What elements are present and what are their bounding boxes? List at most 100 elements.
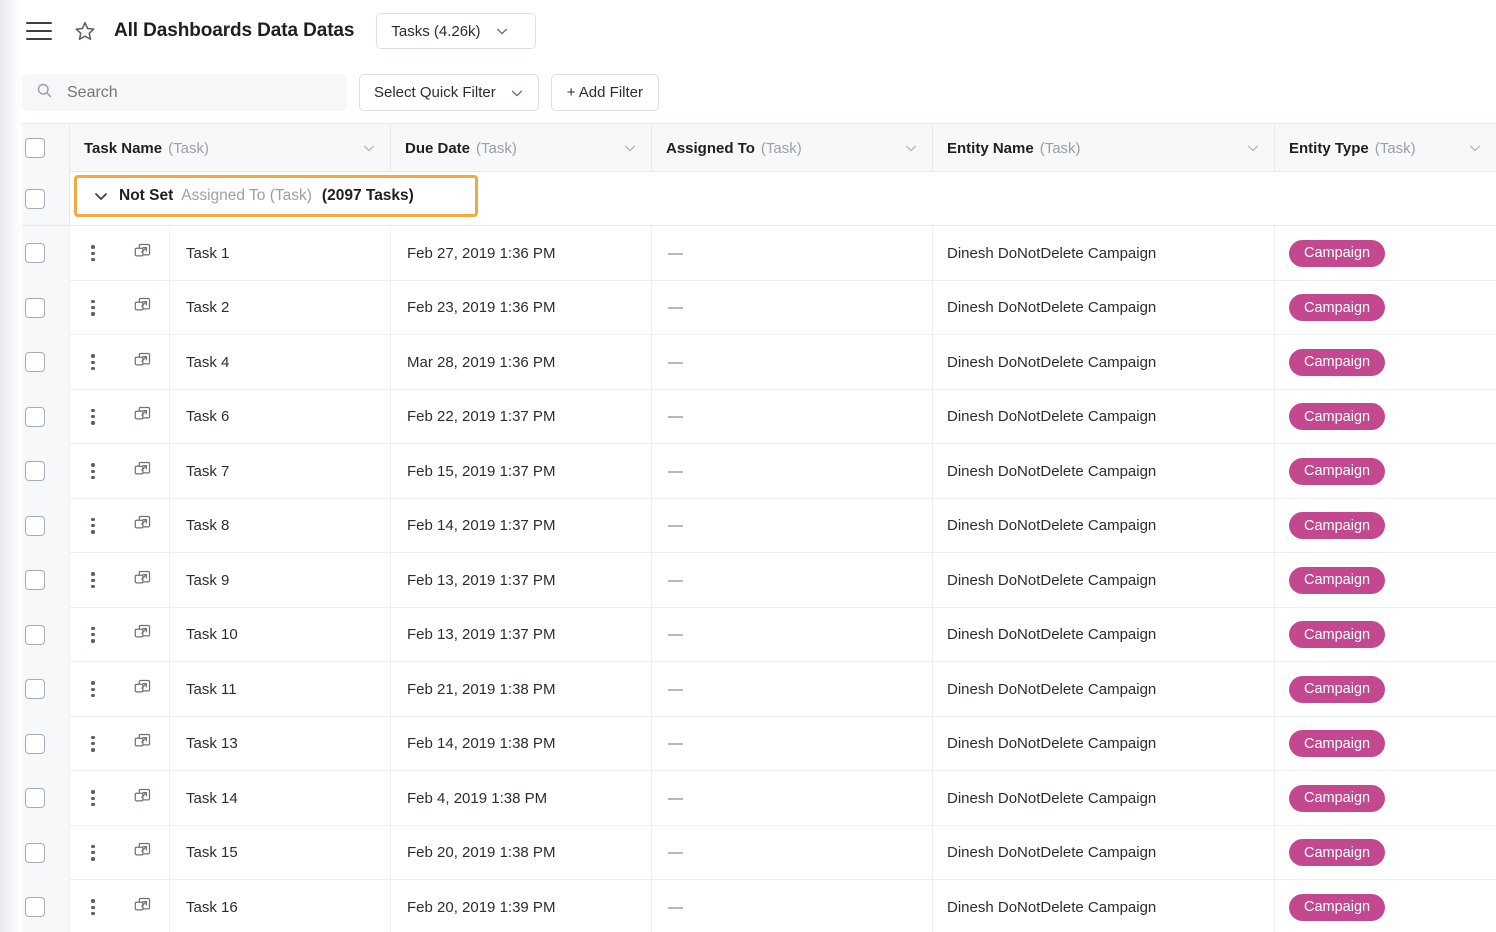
row-select-checkbox[interactable] — [24, 352, 45, 373]
row-kebab-menu-button[interactable] — [70, 499, 116, 554]
row-open-button[interactable] — [116, 662, 170, 717]
column-header-assigned-to[interactable]: Assigned To (Task) — [652, 124, 933, 172]
cell-due-date: Feb 22, 2019 1:37 PM — [391, 389, 652, 444]
row-kebab-menu-button[interactable] — [70, 826, 116, 881]
row-kebab-menu-button[interactable] — [70, 226, 116, 281]
row-kebab-menu-button[interactable] — [70, 335, 116, 390]
cell-entity-name: Dinesh DoNotDelete Campaign — [933, 771, 1275, 826]
row-select-checkbox[interactable] — [24, 570, 45, 591]
row-select-checkbox[interactable] — [24, 842, 45, 863]
table-row[interactable]: Task 4 Mar 28, 2019 1:36 PM — Dinesh DoNotD… — [0, 335, 1496, 390]
open-in-new-window-icon — [133, 569, 152, 592]
hamburger-menu-icon[interactable] — [26, 22, 52, 40]
column-sublabel: (Task) — [168, 139, 209, 157]
grid-rows: Task 1 Feb 27, 2019 1:36 PM — Dinesh DoNotD… — [0, 226, 1496, 932]
row-open-button[interactable] — [116, 716, 170, 771]
row-select-checkbox[interactable] — [24, 243, 45, 264]
select-all-cell — [0, 124, 70, 172]
cell-due-date: Feb 20, 2019 1:38 PM — [391, 825, 652, 880]
row-select-checkbox[interactable] — [24, 515, 45, 536]
row-select-checkbox[interactable] — [24, 624, 45, 645]
cell-task-name: Task 1 — [170, 226, 391, 281]
row-kebab-menu-button[interactable] — [70, 390, 116, 445]
table-row[interactable]: Task 15 Feb 20, 2019 1:38 PM — Dinesh DoNot… — [0, 825, 1496, 881]
row-kebab-menu-button[interactable] — [70, 553, 116, 608]
group-toggle[interactable]: Not Set Assigned To (Task) (2097 Tasks) — [74, 175, 478, 217]
chevron-down-icon[interactable] — [904, 141, 918, 155]
column-header-due-date[interactable]: Due Date (Task) — [391, 124, 652, 172]
column-header-task-name[interactable]: Task Name (Task) — [70, 124, 391, 172]
row-open-button[interactable] — [116, 825, 170, 880]
table-row[interactable]: Task 8 Feb 14, 2019 1:37 PM — Dinesh DoNotD… — [0, 498, 1496, 554]
column-header-entity-name[interactable]: Entity Name (Task) — [933, 124, 1275, 172]
row-open-button[interactable] — [116, 335, 170, 390]
open-in-new-window-icon — [133, 242, 152, 265]
table-row[interactable]: Task 16 Feb 20, 2019 1:39 PM — Dinesh DoNot… — [0, 880, 1496, 932]
cell-assigned-to: — — [652, 226, 933, 281]
quick-filter-label: Select Quick Filter — [374, 84, 496, 101]
cell-due-date: Feb 15, 2019 1:37 PM — [391, 444, 652, 499]
table-row[interactable]: Task 14 Feb 4, 2019 1:38 PM — Dinesh DoNotD… — [0, 771, 1496, 826]
row-open-button[interactable] — [116, 771, 170, 826]
row-select-checkbox[interactable] — [24, 897, 45, 918]
table-row[interactable]: Task 2 Feb 23, 2019 1:36 PM — Dinesh DoNotD… — [0, 280, 1496, 336]
chevron-down-icon[interactable] — [623, 141, 637, 155]
row-select-cell — [0, 498, 70, 553]
table-row[interactable]: Task 9 Feb 13, 2019 1:37 PM — Dinesh DoNotD… — [0, 553, 1496, 608]
row-kebab-menu-button[interactable] — [70, 281, 116, 336]
group-select-checkbox[interactable] — [24, 188, 45, 209]
row-select-checkbox[interactable] — [24, 788, 45, 809]
row-select-checkbox[interactable] — [24, 297, 45, 318]
column-header-entity-type[interactable]: Entity Type (Task) — [1275, 124, 1496, 172]
row-open-button[interactable] — [116, 880, 170, 932]
select-all-checkbox[interactable] — [24, 138, 45, 158]
chevron-down-icon[interactable] — [1246, 141, 1260, 155]
entity-select-dropdown[interactable]: Tasks (4.26k) — [376, 13, 537, 49]
row-select-checkbox[interactable] — [24, 679, 45, 700]
row-select-cell — [0, 716, 70, 771]
cell-task-name: Task 8 — [170, 498, 391, 553]
row-open-button[interactable] — [116, 280, 170, 335]
cell-entity-type: Campaign — [1275, 826, 1496, 881]
cell-assigned-to: — — [652, 716, 933, 771]
row-open-button[interactable] — [116, 226, 170, 281]
cell-entity-type: Campaign — [1275, 281, 1496, 336]
table-row[interactable]: Task 10 Feb 13, 2019 1:37 PM — Dinesh DoNot… — [0, 607, 1496, 663]
table-row[interactable]: Task 13 Feb 14, 2019 1:38 PM — Dinesh DoNot… — [0, 716, 1496, 772]
row-open-button[interactable] — [116, 498, 170, 553]
row-kebab-menu-button[interactable] — [70, 771, 116, 826]
row-kebab-menu-button[interactable] — [70, 662, 116, 717]
row-open-button[interactable] — [116, 389, 170, 444]
table-row[interactable]: Task 7 Feb 15, 2019 1:37 PM — Dinesh DoNotD… — [0, 444, 1496, 499]
row-select-checkbox[interactable] — [24, 461, 45, 482]
table-row[interactable]: Task 11 Feb 21, 2019 1:38 PM — Dinesh DoNot… — [0, 662, 1496, 717]
row-kebab-menu-button[interactable] — [70, 717, 116, 772]
cell-due-date: Feb 4, 2019 1:38 PM — [391, 771, 652, 826]
add-filter-button[interactable]: + Add Filter — [550, 74, 659, 111]
row-select-checkbox[interactable] — [24, 406, 45, 427]
table-row[interactable]: Task 1 Feb 27, 2019 1:36 PM — Dinesh DoNotD… — [0, 226, 1496, 281]
kebab-menu-icon — [91, 735, 95, 752]
search-box[interactable] — [22, 74, 347, 111]
chevron-down-icon[interactable] — [93, 188, 109, 204]
star-outline-icon[interactable] — [74, 20, 96, 42]
cell-task-name: Task 7 — [170, 444, 391, 499]
row-select-checkbox[interactable] — [24, 733, 45, 754]
row-kebab-menu-button[interactable] — [70, 880, 116, 932]
table-row[interactable]: Task 6 Feb 22, 2019 1:37 PM — Dinesh DoNotD… — [0, 389, 1496, 445]
chevron-down-icon — [510, 86, 524, 100]
open-in-new-window-icon — [133, 896, 152, 919]
cell-assigned-to: — — [652, 880, 933, 932]
chevron-down-icon[interactable] — [1468, 141, 1482, 155]
row-kebab-menu-button[interactable] — [70, 608, 116, 663]
row-open-button[interactable] — [116, 553, 170, 608]
cell-entity-type: Campaign — [1275, 390, 1496, 445]
status-badge: Campaign — [1289, 675, 1386, 703]
quick-filter-dropdown[interactable]: Select Quick Filter — [359, 74, 539, 111]
cell-entity-name: Dinesh DoNotDelete Campaign — [933, 335, 1275, 390]
row-open-button[interactable] — [116, 607, 170, 662]
row-kebab-menu-button[interactable] — [70, 444, 116, 499]
search-input[interactable] — [65, 82, 333, 103]
row-open-button[interactable] — [116, 444, 170, 499]
chevron-down-icon[interactable] — [362, 141, 376, 155]
